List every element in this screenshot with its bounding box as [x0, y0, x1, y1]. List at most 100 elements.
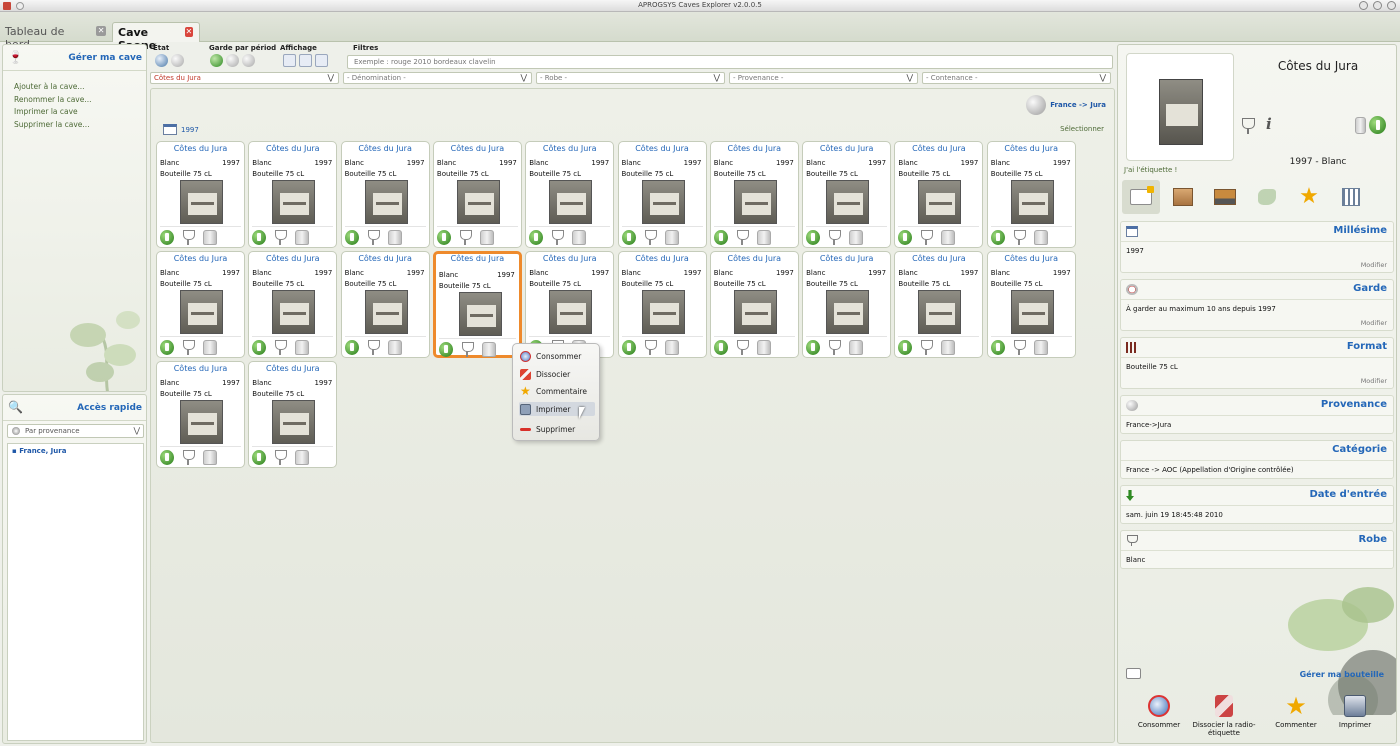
drink-now-icon[interactable] — [160, 340, 174, 355]
provenance-dropdown[interactable]: - Provenance - ⋁ — [729, 72, 918, 84]
drink-now-icon[interactable] — [713, 230, 728, 245]
drink-now-icon[interactable] — [713, 340, 728, 355]
denomination-dropdown[interactable]: - Dénomination - ⋁ — [343, 72, 532, 84]
menu-item-supprimer[interactable]: Supprimer — [519, 422, 595, 436]
drink-now-icon[interactable] — [160, 450, 174, 465]
past-icon[interactable] — [242, 54, 255, 67]
select-link[interactable]: Sélectionner — [1060, 125, 1104, 133]
bottle-icon[interactable] — [941, 340, 956, 355]
contenance-dropdown[interactable]: - Contenance - ⋁ — [922, 72, 1111, 84]
quick-filter-select[interactable]: Par provenance ⋁ — [7, 424, 144, 438]
tab-storage[interactable] — [1206, 180, 1244, 214]
wine-glass-icon[interactable] — [1012, 340, 1026, 355]
bottle-card[interactable]: Côtes du Jura Blanc 1997 Bouteille 75 cL — [986, 251, 1076, 358]
wine-glass-icon[interactable] — [458, 230, 472, 245]
bottle-card[interactable]: Côtes du Jura Blanc 1997 Bouteille 75 cL — [248, 251, 338, 358]
menu-item-consommer[interactable]: Consommer — [519, 349, 595, 363]
wine-glass-icon[interactable] — [273, 340, 288, 355]
print-cellar-link[interactable]: Imprimer la cave — [14, 106, 146, 119]
appellation-dropdown[interactable]: Côtes du Jura ⋁ — [150, 72, 339, 84]
consume-button[interactable]: Consommer — [1124, 695, 1194, 729]
bottle-card[interactable]: Côtes du Jura Blanc 1997 Bouteille 75 cL — [986, 141, 1076, 248]
wine-glass-icon[interactable] — [735, 230, 749, 245]
drink-now-icon[interactable] — [898, 340, 913, 355]
filter-search-input[interactable]: Exemple : rouge 2010 bordeaux clavelin — [347, 55, 1113, 69]
wine-glass-icon[interactable] — [366, 340, 380, 355]
bottle-card[interactable]: Côtes du Jura Blanc 1997 Bouteille 75 cL — [340, 141, 430, 248]
state-filter-icon[interactable] — [155, 54, 168, 67]
wine-glass-icon[interactable] — [1012, 230, 1026, 245]
bottle-card[interactable]: Côtes du Jura Blanc 1997 Bouteille 75 cL — [617, 141, 707, 248]
bottle-icon[interactable] — [295, 450, 310, 465]
tab-rating[interactable]: ★ — [1290, 180, 1328, 214]
minimize-button[interactable] — [1359, 1, 1368, 10]
drink-now-icon[interactable] — [1369, 116, 1386, 134]
bottle-card[interactable]: Côtes du Jura Blanc 1997 Bouteille 75 cL — [432, 141, 522, 248]
bottle-icon[interactable] — [295, 230, 310, 245]
detail-view-icon[interactable] — [315, 54, 328, 67]
add-to-cellar-link[interactable]: Ajouter à la cave... — [14, 81, 146, 94]
location-breadcrumb[interactable]: France -> Jura — [1026, 95, 1106, 115]
bottle-photo[interactable] — [1126, 53, 1234, 161]
modify-link[interactable]: Modifier — [1361, 261, 1387, 269]
print-button[interactable]: Imprimer — [1320, 695, 1390, 729]
bottle-card[interactable]: Côtes du Jura Blanc 1997 Bouteille 75 cL — [248, 141, 338, 248]
bottle-icon[interactable] — [849, 230, 864, 245]
bottle-card[interactable]: Côtes du Jura Blanc 1997 Bouteille 75 cL — [432, 251, 522, 358]
wine-glass-icon[interactable] — [827, 230, 842, 245]
maximize-button[interactable] — [1373, 1, 1382, 10]
drink-now-icon[interactable] — [806, 340, 821, 355]
bottle-icon[interactable] — [664, 340, 679, 355]
bottle-card[interactable]: Côtes du Jura Blanc 1997 Bouteille 75 cL — [156, 141, 245, 248]
modify-link[interactable]: Modifier — [1361, 319, 1387, 327]
drink-now-icon[interactable] — [898, 230, 913, 245]
bottle-icon[interactable] — [203, 450, 217, 465]
robe-dropdown[interactable]: - Robe - ⋁ — [536, 72, 725, 84]
info-icon[interactable]: i — [1266, 115, 1272, 133]
drink-now-icon[interactable] — [252, 340, 267, 355]
close-button[interactable] — [1387, 1, 1396, 10]
state-filter-alt-icon[interactable] — [171, 54, 184, 67]
bottle-icon[interactable] — [1033, 340, 1048, 355]
bottle-icon[interactable] — [1355, 117, 1366, 134]
tab-tableau-de-bord[interactable]: Tableau de bord ✕ — [0, 22, 112, 51]
wine-glass-icon[interactable] — [643, 230, 657, 245]
bottle-icon[interactable] — [664, 230, 679, 245]
wine-glass-icon[interactable] — [181, 340, 195, 355]
bottle-card[interactable]: Côtes du Jura Blanc 1997 Bouteille 75 cL — [709, 251, 799, 358]
bottle-card[interactable]: Côtes du Jura Blanc 1997 Bouteille 75 cL — [709, 141, 799, 248]
drink-now-icon[interactable] — [344, 230, 359, 245]
drink-now-icon[interactable] — [252, 450, 267, 465]
bottle-icon[interactable] — [572, 230, 587, 245]
wine-glass-icon[interactable] — [181, 450, 195, 465]
bottle-icon[interactable] — [756, 230, 771, 245]
tab-settings[interactable] — [1332, 180, 1370, 214]
wine-glass-icon[interactable] — [643, 340, 657, 355]
drink-now-icon[interactable] — [529, 230, 544, 245]
wine-glass-icon[interactable] — [919, 230, 934, 245]
bottle-card[interactable]: Côtes du Jura Blanc 1997 Bouteille 75 cL — [802, 141, 892, 248]
drink-now-icon[interactable] — [621, 230, 636, 245]
grid-view-icon[interactable] — [283, 54, 296, 67]
tree-item-france-jura[interactable]: ▪ France, Jura — [8, 444, 143, 458]
delete-cellar-link[interactable]: Supprimer la cave... — [14, 119, 146, 132]
wine-glass-icon[interactable] — [273, 230, 288, 245]
drink-now-icon[interactable] — [990, 340, 1005, 355]
wine-glass-icon[interactable] — [366, 230, 380, 245]
list-view-icon[interactable] — [299, 54, 312, 67]
rename-cellar-link[interactable]: Renommer la cave... — [14, 94, 146, 107]
bottle-icon[interactable] — [756, 340, 771, 355]
keep-icon[interactable] — [226, 54, 239, 67]
wine-glass-icon[interactable] — [460, 342, 474, 357]
bottle-card[interactable]: Côtes du Jura Blanc 1997 Bouteille 75 cL — [894, 251, 984, 358]
tab-label-info[interactable] — [1122, 180, 1160, 214]
bottle-icon[interactable] — [203, 340, 217, 355]
wine-glass-icon[interactable] — [735, 340, 749, 355]
drink-now-icon[interactable] — [990, 230, 1005, 245]
bottle-icon[interactable] — [479, 230, 494, 245]
bottle-card[interactable]: Côtes du Jura Blanc 1997 Bouteille 75 cL — [340, 251, 430, 358]
wine-glass-icon[interactable] — [1242, 118, 1255, 134]
drink-now-icon[interactable] — [621, 340, 636, 355]
bottle-card[interactable]: Côtes du Jura Blanc 1997 Bouteille 75 cL — [802, 251, 892, 358]
wine-glass-icon[interactable] — [827, 340, 842, 355]
